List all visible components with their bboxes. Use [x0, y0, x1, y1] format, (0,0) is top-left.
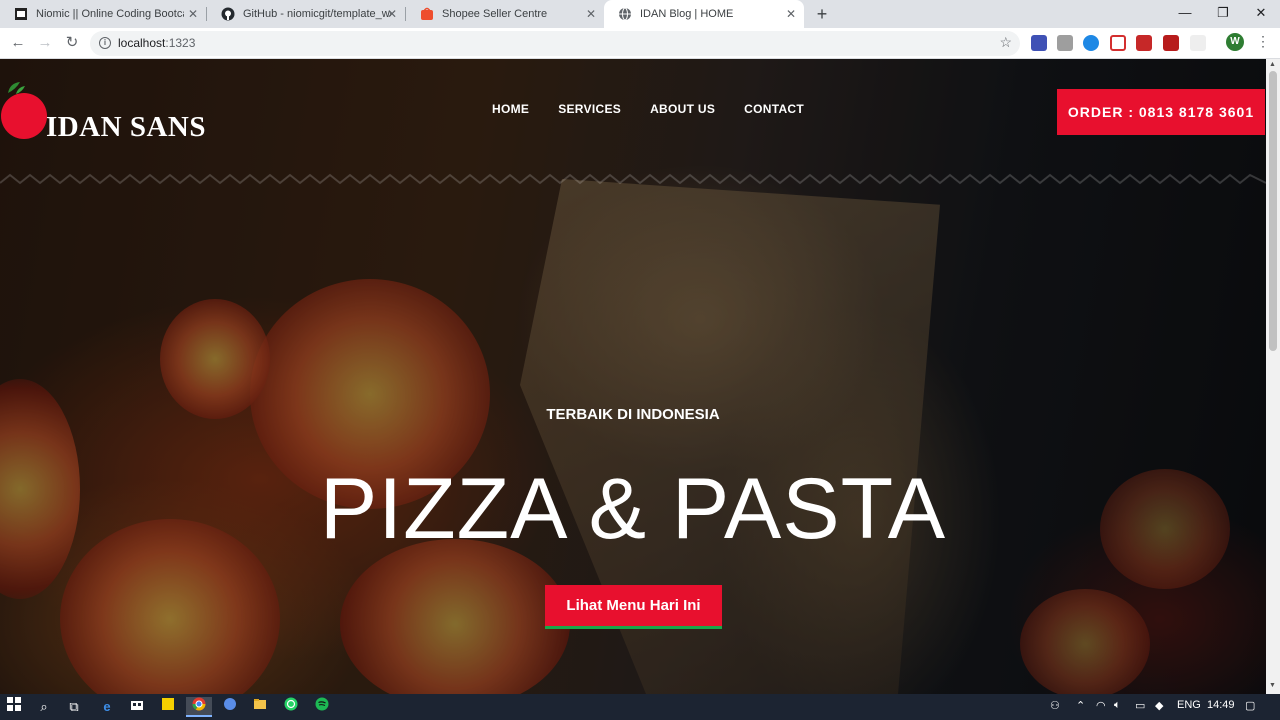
nav-services[interactable]: SERVICES — [558, 102, 621, 116]
chrome-icon[interactable] — [186, 697, 212, 717]
windows-start-icon[interactable] — [4, 697, 24, 717]
minimize-icon[interactable]: — — [1166, 0, 1204, 28]
task-view-icon[interactable]: ⧉ — [64, 697, 84, 717]
tab-niomic[interactable]: Niomic || Online Coding Bootcamp ✕ — [0, 0, 206, 28]
chevron-up-icon[interactable]: ⌃ — [1076, 699, 1085, 712]
github-icon — [221, 7, 235, 21]
reload-icon[interactable]: ↻ — [62, 33, 82, 53]
url-text: localhost:1323 — [118, 36, 196, 50]
tab-title: Shopee Seller Centre — [442, 8, 548, 20]
scroll-up-icon[interactable]: ▲ — [1269, 61, 1276, 68]
globe-icon — [618, 7, 632, 21]
menu-kebab-icon[interactable]: ⋮ — [1256, 33, 1270, 50]
tab-shopee[interactable]: Shopee Seller Centre ✕ — [406, 0, 604, 28]
extension-icon[interactable] — [1190, 35, 1206, 51]
extension-icon[interactable] — [1136, 35, 1152, 51]
brand-name: IDAN SANS — [46, 111, 207, 143]
window-close-icon[interactable]: ✕ — [1242, 0, 1280, 28]
browser-toolbar: ← → ↻ i localhost:1323 ☆ W ⋮ — [0, 28, 1280, 59]
profile-avatar[interactable]: W — [1226, 33, 1244, 51]
tab-idan-blog[interactable]: IDAN Blog | HOME ✕ — [604, 0, 804, 28]
nav-home[interactable]: HOME — [492, 102, 529, 116]
maximize-icon[interactable]: ❐ — [1204, 0, 1242, 28]
extension-icon[interactable] — [1031, 35, 1047, 51]
extension-icon[interactable] — [1057, 35, 1073, 51]
browser-tab-bar: Niomic || Online Coding Bootcamp ✕ GitHu… — [0, 0, 1280, 28]
back-icon[interactable]: ← — [8, 33, 28, 53]
tab-title: GitHub - niomicgit/template_web — [243, 8, 391, 20]
extension-icon[interactable] — [1110, 35, 1126, 51]
main-nav: HOME SERVICES ABOUT US CONTACT — [492, 102, 833, 116]
leaf-icon — [8, 82, 25, 94]
scroll-down-icon[interactable]: ▼ — [1269, 682, 1276, 689]
forward-icon[interactable]: → — [35, 33, 55, 53]
order-button[interactable]: ORDER : 0813 8178 3601 — [1057, 89, 1265, 135]
file-explorer-icon[interactable] — [250, 697, 270, 717]
site-logo[interactable]: IDAN SANS — [0, 81, 240, 143]
info-icon[interactable]: i — [99, 37, 111, 49]
tomato-logo-icon — [1, 93, 47, 139]
tab-github[interactable]: GitHub - niomicgit/template_web ✕ — [207, 0, 405, 28]
close-icon[interactable]: ✕ — [584, 7, 598, 21]
notification-icon[interactable]: ▢ — [1245, 699, 1255, 712]
nav-about-us[interactable]: ABOUT US — [650, 102, 715, 116]
hero-section: IDAN SANS HOME SERVICES ABOUT US CONTACT… — [0, 59, 1266, 694]
close-icon[interactable]: ✕ — [186, 7, 200, 21]
edge-icon[interactable]: e — [97, 697, 117, 717]
store-icon[interactable] — [127, 697, 147, 717]
bookmark-star-icon[interactable]: ☆ — [999, 34, 1012, 51]
clock[interactable]: 14:49 — [1207, 699, 1235, 711]
close-icon[interactable]: ✕ — [784, 7, 798, 21]
shopee-icon — [420, 7, 434, 21]
spotify-icon[interactable] — [312, 697, 332, 717]
search-icon[interactable]: ⌕ — [34, 697, 54, 717]
page-viewport: IDAN SANS HOME SERVICES ABOUT US CONTACT… — [0, 59, 1280, 694]
wifi-icon[interactable]: ◠ — [1096, 699, 1106, 712]
hero-tagline: TERBAIK DI INDONESIA — [546, 406, 720, 423]
address-bar[interactable]: i localhost:1323 ☆ — [90, 31, 1020, 56]
battery-icon[interactable]: ▭ — [1135, 699, 1145, 712]
niomic-icon — [14, 7, 28, 21]
nav-contact[interactable]: CONTACT — [744, 102, 804, 116]
tab-title: Niomic || Online Coding Bootcamp — [36, 8, 184, 20]
windows-taskbar: ⌕ ⧉ e ⚇ ⌃ ◠ 🔈︎ ▭ ◆ ENG 14:49 ▢ — [0, 694, 1280, 720]
whatsapp-icon[interactable] — [281, 697, 301, 717]
language-indicator[interactable]: ENG — [1177, 699, 1201, 711]
sticky-notes-icon[interactable] — [158, 697, 178, 717]
view-menu-button[interactable]: Lihat Menu Hari Ini — [545, 585, 722, 629]
volume-icon[interactable]: 🔈︎ — [1114, 699, 1121, 712]
close-icon[interactable]: ✕ — [385, 7, 399, 21]
hero-headline: PIZZA & PASTA — [319, 461, 947, 557]
scrollbar-thumb[interactable] — [1269, 71, 1277, 351]
app-icon[interactable] — [220, 697, 240, 717]
extension-icon[interactable] — [1083, 35, 1099, 51]
new-tab-icon[interactable]: + — [812, 4, 832, 24]
tab-title: IDAN Blog | HOME — [640, 8, 734, 20]
pdf-icon[interactable] — [1163, 35, 1179, 51]
people-icon[interactable]: ⚇ — [1050, 699, 1060, 712]
dropbox-icon[interactable]: ◆ — [1155, 699, 1163, 712]
zigzag-divider — [0, 173, 1266, 185]
page-scrollbar[interactable]: ▲ ▼ — [1266, 59, 1280, 694]
